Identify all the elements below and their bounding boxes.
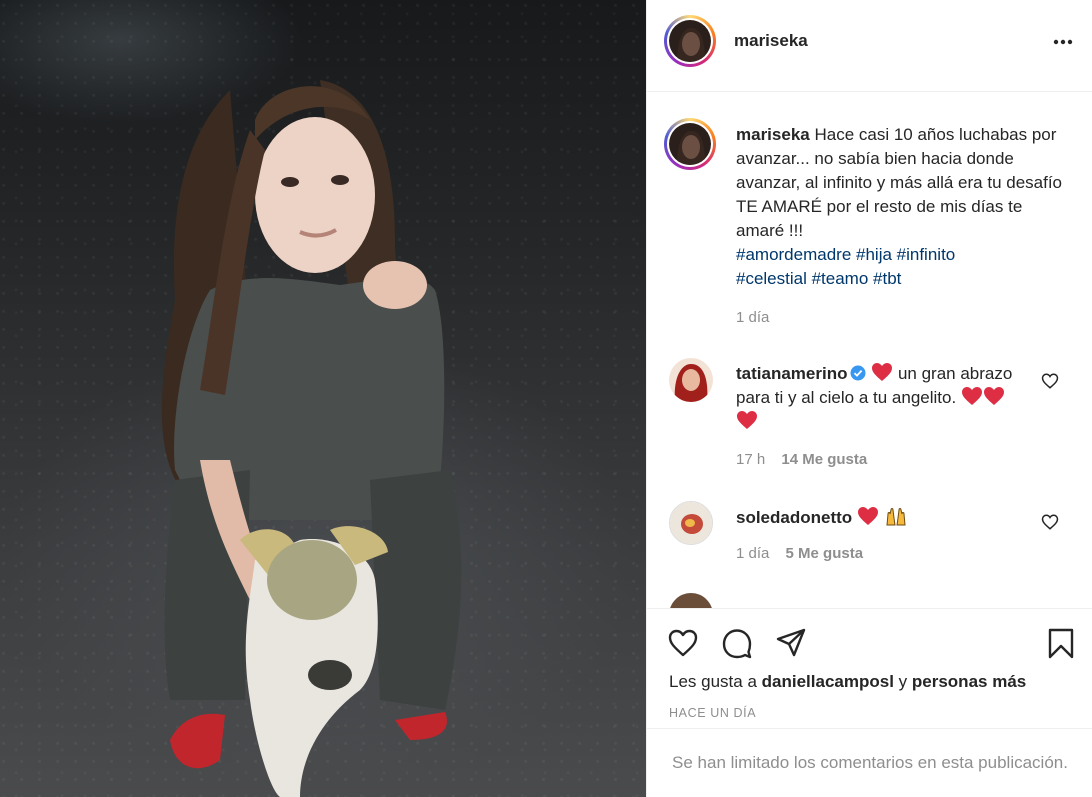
avatar[interactable]: [669, 358, 713, 402]
red-heart-emoji-icon: [857, 507, 878, 525]
avatar: [669, 20, 711, 62]
comment-text: soledadonetto: [736, 505, 1021, 530]
avatar: [669, 123, 711, 165]
post-age[interactable]: HACE UN DÍA: [669, 706, 756, 720]
comments-limited-notice: Se han limitado los comentarios en esta …: [647, 728, 1092, 797]
verified-badge-icon: [850, 365, 866, 381]
comment-timestamp[interactable]: 1 día: [736, 545, 769, 562]
comment-meta: 17 h 14 Me gusta: [736, 451, 867, 468]
caption-avatar-ring[interactable]: [664, 118, 716, 170]
comment-icon[interactable]: [721, 627, 753, 659]
avatar[interactable]: [669, 501, 713, 545]
liked-by-username[interactable]: daniellacamposl: [762, 672, 894, 691]
caption-timestamp[interactable]: 1 día: [736, 309, 769, 326]
caption-hashtags-1[interactable]: #amordemadre #hija #infinito: [736, 243, 1066, 267]
likes-summary: Les gusta a daniellacamposl y personas m…: [669, 672, 1026, 692]
caption-username[interactable]: mariseka: [736, 125, 810, 144]
comment-username[interactable]: tatianamerino: [736, 364, 847, 383]
red-heart-emoji-icon: [961, 387, 982, 405]
comment-timestamp[interactable]: 17 h: [736, 451, 765, 468]
caption-hashtags-2[interactable]: #celestial #teamo #tbt: [736, 267, 1066, 291]
share-icon[interactable]: [775, 627, 807, 659]
shoulder: [363, 261, 427, 309]
comment-likes[interactable]: 14 Me gusta: [781, 451, 867, 468]
likes-prefix: Les gusta a: [669, 672, 757, 691]
sandal-right: [395, 712, 447, 740]
more-horizontal-icon[interactable]: [1051, 30, 1075, 54]
heart-icon[interactable]: [1041, 513, 1059, 531]
post-detail-panel: mariseka mariseka Hace casi 10 años luch…: [646, 0, 1092, 797]
post-actions: Les gusta a daniellacamposl y personas m…: [647, 608, 1092, 728]
comment-username[interactable]: soledadonetto: [736, 508, 852, 527]
comments-list[interactable]: mariseka Hace casi 10 años luchabas por …: [647, 93, 1092, 608]
pants-right: [370, 470, 462, 710]
photo-illustration: [161, 80, 462, 797]
caption-text: mariseka Hace casi 10 años luchabas por …: [736, 123, 1066, 291]
comment-text: tatianamerino un gran abrazo para ti y a…: [736, 362, 1021, 434]
likes-conjunction: y: [898, 672, 908, 691]
comment-likes[interactable]: 5 Me gusta: [786, 545, 864, 562]
heart-icon[interactable]: [1041, 372, 1059, 390]
author-avatar-ring[interactable]: [664, 15, 716, 67]
heart-icon[interactable]: [667, 627, 699, 659]
sandal-left: [170, 713, 225, 769]
bookmark-icon[interactable]: [1045, 627, 1077, 659]
red-heart-emoji-icon: [872, 363, 893, 381]
face: [255, 117, 375, 273]
raised-hands-emoji-icon: [886, 508, 906, 526]
post-header: mariseka: [647, 0, 1092, 92]
red-heart-emoji-icon: [737, 411, 757, 429]
post-photo[interactable]: [0, 0, 646, 797]
comment-meta: 1 día 5 Me gusta: [736, 545, 863, 562]
red-heart-emoji-icon: [983, 387, 1004, 405]
likes-others-link[interactable]: personas más: [912, 672, 1026, 691]
author-username[interactable]: mariseka: [734, 31, 808, 51]
avatar[interactable]: [669, 593, 713, 608]
